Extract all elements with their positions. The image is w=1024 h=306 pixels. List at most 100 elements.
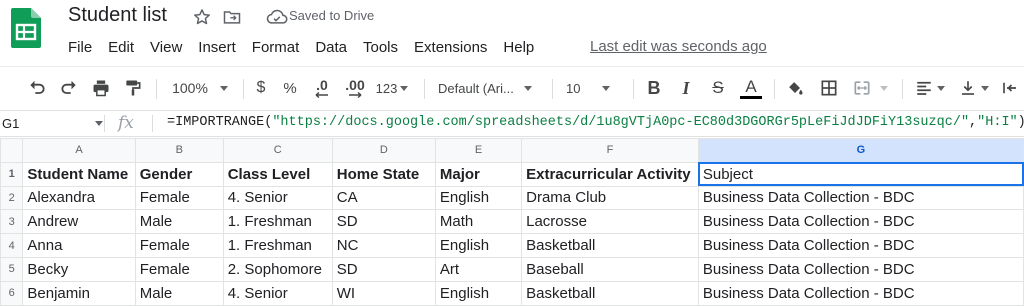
cell[interactable]: WI: [331, 280, 436, 306]
name-box[interactable]: G1: [0, 111, 104, 136]
column-header-c[interactable]: C: [222, 138, 333, 163]
cell[interactable]: Art: [434, 256, 523, 282]
row-header[interactable]: 1: [0, 161, 24, 187]
table-row: 1 Student Name Gender Class Level Home S…: [0, 161, 1024, 187]
arrow-right-icon: [349, 92, 362, 98]
column-header-b[interactable]: B: [134, 138, 224, 163]
move-folder-icon[interactable]: [222, 7, 242, 27]
cell[interactable]: Gender: [134, 161, 224, 187]
text-wrap-icon[interactable]: [998, 75, 1022, 101]
cell[interactable]: Male: [134, 209, 224, 235]
cell[interactable]: Andrew: [22, 209, 136, 235]
cell[interactable]: 2. Sophomore: [222, 256, 333, 282]
cell[interactable]: 1. Freshman: [222, 233, 333, 258]
undo-icon[interactable]: [24, 75, 50, 101]
cell[interactable]: Math: [434, 209, 523, 235]
column-header-f[interactable]: F: [521, 138, 699, 163]
cell[interactable]: SD: [331, 256, 436, 282]
menu-view[interactable]: View: [142, 38, 190, 58]
cell[interactable]: Student Name: [22, 161, 136, 187]
cell[interactable]: Becky: [22, 256, 136, 282]
cell[interactable]: Female: [134, 256, 224, 282]
cell[interactable]: Business Data Collection - BDC: [697, 256, 1024, 282]
column-header-d[interactable]: D: [331, 138, 436, 163]
row-header[interactable]: 6: [0, 280, 24, 306]
cell[interactable]: Class Level: [222, 161, 333, 187]
row-header[interactable]: 3: [0, 209, 24, 235]
star-icon[interactable]: [192, 7, 212, 27]
chevron-down-icon: [602, 85, 611, 91]
cell[interactable]: Anna: [22, 233, 136, 258]
currency-button[interactable]: $: [252, 75, 270, 101]
cell[interactable]: Basketball: [521, 280, 699, 306]
more-formats-select[interactable]: 123: [372, 75, 412, 101]
cell[interactable]: English: [434, 280, 523, 306]
cloud-saved-icon: [266, 7, 288, 27]
row-header[interactable]: 2: [0, 185, 24, 211]
cell[interactable]: Basketball: [521, 233, 699, 258]
cell[interactable]: Home State: [331, 161, 436, 187]
fill-color-icon[interactable]: [782, 75, 808, 101]
cell[interactable]: Alexandra: [22, 185, 136, 211]
zoom-select[interactable]: 100%: [168, 75, 232, 101]
cell[interactable]: NC: [331, 233, 436, 258]
cell[interactable]: 4. Senior: [222, 280, 333, 306]
table-row: 4 Anna Female 1. Freshman NC English Bas…: [0, 233, 1024, 258]
print-icon[interactable]: [88, 75, 114, 101]
menu-tools[interactable]: Tools: [355, 38, 406, 58]
last-edit-link[interactable]: Last edit was seconds ago: [590, 38, 767, 55]
row-header[interactable]: 4: [0, 233, 24, 258]
vertical-align-icon[interactable]: [954, 75, 994, 101]
menu-data[interactable]: Data: [307, 38, 355, 58]
cell[interactable]: Baseball: [521, 256, 699, 282]
menu-help[interactable]: Help: [495, 38, 542, 58]
cell[interactable]: Business Data Collection - BDC: [697, 280, 1024, 306]
menu-insert[interactable]: Insert: [190, 38, 244, 58]
cell[interactable]: Female: [134, 233, 224, 258]
cell[interactable]: English: [434, 185, 523, 211]
menu-file[interactable]: File: [60, 38, 100, 58]
column-header-g[interactable]: G: [697, 138, 1024, 163]
merge-cells-icon[interactable]: [848, 75, 892, 101]
font-size-select[interactable]: 10: [560, 75, 624, 101]
column-header-a[interactable]: A: [22, 138, 136, 163]
cell[interactable]: Benjamin: [22, 280, 136, 306]
borders-icon[interactable]: [816, 75, 842, 101]
row-header[interactable]: 5: [0, 256, 24, 282]
cell[interactable]: Extracurricular Activity: [521, 161, 699, 187]
selected-cell[interactable]: Subject: [697, 161, 1024, 187]
cell[interactable]: Female: [134, 185, 224, 211]
align-left-icon[interactable]: [910, 75, 950, 101]
bold-button[interactable]: B: [642, 75, 666, 101]
redo-icon[interactable]: [56, 75, 82, 101]
menu-extensions[interactable]: Extensions: [406, 38, 495, 58]
cell[interactable]: English: [434, 233, 523, 258]
strikethrough-button[interactable]: S: [706, 75, 730, 101]
document-title[interactable]: Student list: [68, 4, 167, 27]
sheets-logo-icon[interactable]: [11, 8, 41, 48]
cell[interactable]: SD: [331, 209, 436, 235]
cell[interactable]: Lacrosse: [521, 209, 699, 235]
decrease-decimal-button[interactable]: .0: [308, 75, 336, 101]
column-header-e[interactable]: E: [434, 138, 523, 163]
cell[interactable]: Major: [434, 161, 523, 187]
italic-button[interactable]: I: [674, 75, 698, 101]
cell[interactable]: Male: [134, 280, 224, 306]
cell[interactable]: CA: [331, 185, 436, 211]
cell[interactable]: Drama Club: [521, 185, 699, 211]
cell[interactable]: Business Data Collection - BDC: [697, 233, 1024, 258]
menu-format[interactable]: Format: [244, 38, 308, 58]
increase-decimal-button[interactable]: .00: [340, 75, 370, 101]
cell[interactable]: 1. Freshman: [222, 209, 333, 235]
menu-edit[interactable]: Edit: [100, 38, 142, 58]
text-color-button[interactable]: A: [738, 75, 764, 101]
percent-button[interactable]: %: [280, 75, 300, 101]
cell[interactable]: Business Data Collection - BDC: [697, 209, 1024, 235]
zoom-value: 100%: [172, 80, 208, 96]
select-all-corner[interactable]: [0, 138, 24, 163]
font-family-select[interactable]: Default (Ari...: [432, 75, 544, 101]
formula-input[interactable]: =IMPORTRANGE("https://docs.google.com/sp…: [167, 115, 1024, 130]
cell[interactable]: 4. Senior: [222, 185, 333, 211]
paint-format-icon[interactable]: [120, 75, 146, 101]
cell[interactable]: Business Data Collection - BDC: [697, 185, 1024, 211]
